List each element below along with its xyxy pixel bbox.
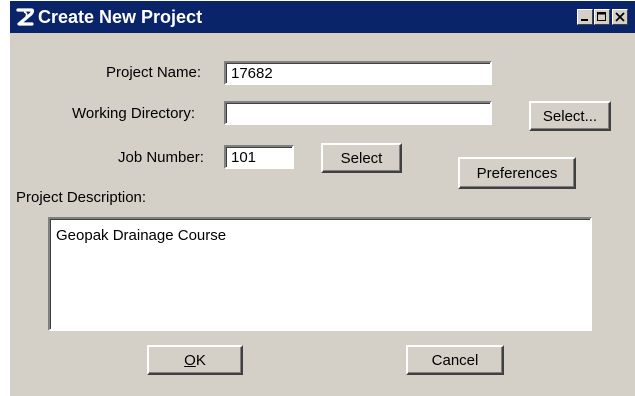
maximize-icon (597, 12, 606, 21)
ok-label-rest: K (195, 351, 206, 369)
job-number-input[interactable] (224, 145, 294, 169)
app-logo-icon (16, 8, 35, 26)
job-number-label: Job Number: (118, 149, 204, 166)
project-description-label: Project Description: (16, 189, 147, 206)
working-directory-input[interactable] (224, 101, 492, 125)
project-name-input[interactable] (224, 61, 492, 85)
ok-button[interactable]: OK (147, 345, 243, 375)
project-name-label: Project Name: (106, 64, 202, 81)
create-new-project-dialog: Create New Project Project Name: Working… (8, 0, 635, 396)
minimize-button[interactable] (577, 9, 593, 25)
select-directory-button[interactable]: Select... (529, 101, 611, 131)
close-icon (615, 12, 625, 22)
close-button[interactable] (612, 9, 628, 25)
working-directory-label: Working Directory: (72, 105, 196, 122)
preferences-button[interactable]: Preferences (458, 157, 576, 189)
project-description-textarea[interactable]: Geopak Drainage Course (48, 217, 592, 331)
select-job-button[interactable]: Select (321, 143, 402, 173)
title-bar[interactable]: Create New Project (10, 1, 635, 33)
window-title: Create New Project (38, 7, 203, 27)
maximize-button[interactable] (594, 9, 610, 25)
ok-mnemonic: O (184, 351, 196, 369)
minimize-icon (581, 19, 588, 21)
cancel-button[interactable]: Cancel (406, 345, 504, 375)
